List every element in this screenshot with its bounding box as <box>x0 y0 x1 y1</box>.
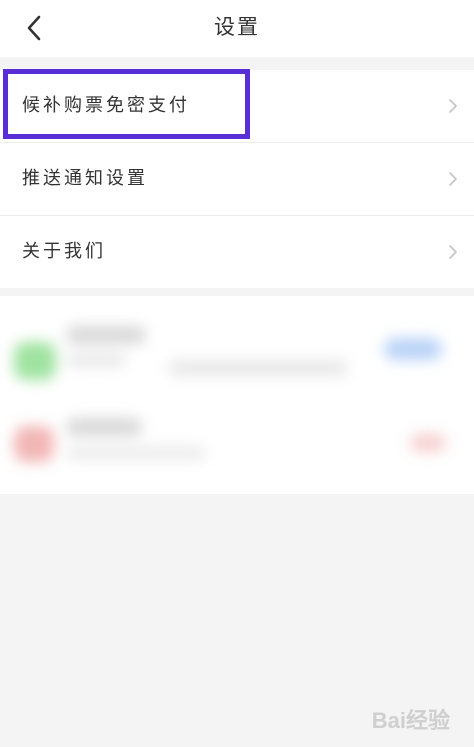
chevron-right-icon <box>449 245 457 259</box>
chevron-right-icon <box>449 99 457 113</box>
blurred-row <box>0 396 474 486</box>
menu-item-waitlist-password-free-payment[interactable]: 候补购票免密支付 <box>0 70 474 143</box>
menu-item-about-us[interactable]: 关于我们 <box>0 216 474 288</box>
nav-bar: 设置 <box>0 0 474 57</box>
menu-item-label: 关于我们 <box>22 241 106 262</box>
chevron-right-icon <box>449 172 457 186</box>
blurred-content-panel <box>0 296 474 494</box>
blurred-row <box>0 304 474 394</box>
menu-item-label: 推送通知设置 <box>22 168 148 189</box>
menu-item-label: 候补购票免密支付 <box>22 95 190 116</box>
page-title: 设置 <box>214 15 260 39</box>
watermark-logo: Bai经验 <box>371 708 450 733</box>
menu-item-push-notification-settings[interactable]: 推送通知设置 <box>0 143 474 216</box>
settings-menu: 候补购票免密支付 推送通知设置 关于我们 <box>0 70 474 288</box>
